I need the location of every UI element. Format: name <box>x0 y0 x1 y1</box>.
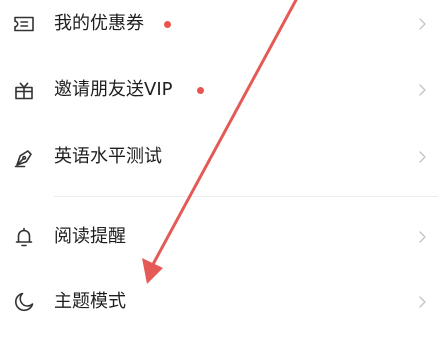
menu-item-english-test[interactable]: 英语水平测试 <box>0 134 438 180</box>
menu-item-reading-reminder[interactable]: 阅读提醒 <box>0 214 438 260</box>
menu-item-label: 我的优惠券 <box>54 13 144 34</box>
menu-item-label: 阅读提醒 <box>54 226 126 247</box>
chevron-right-icon <box>417 229 427 245</box>
pen-nib-icon <box>12 145 36 169</box>
gift-icon <box>12 78 36 102</box>
settings-menu: 我的优惠券 邀请朋友送VIP 英语水平测试 阅读提醒 主题模式 <box>0 0 438 343</box>
menu-item-label: 英语水平测试 <box>54 146 162 167</box>
coupon-icon <box>12 12 36 36</box>
new-badge-dot <box>197 87 204 94</box>
bell-icon <box>12 225 36 249</box>
section-divider <box>54 196 438 197</box>
chevron-right-icon <box>417 149 427 165</box>
chevron-right-icon <box>417 16 427 32</box>
new-badge-dot <box>164 21 171 28</box>
menu-item-label: 邀请朋友送VIP <box>54 79 173 100</box>
menu-item-label: 主题模式 <box>54 291 126 312</box>
moon-icon <box>12 290 36 314</box>
menu-item-coupons[interactable]: 我的优惠券 <box>0 1 438 47</box>
chevron-right-icon <box>417 294 427 310</box>
menu-item-theme-mode[interactable]: 主题模式 <box>0 279 438 325</box>
chevron-right-icon <box>417 82 427 98</box>
menu-item-invite-friends[interactable]: 邀请朋友送VIP <box>0 67 438 113</box>
